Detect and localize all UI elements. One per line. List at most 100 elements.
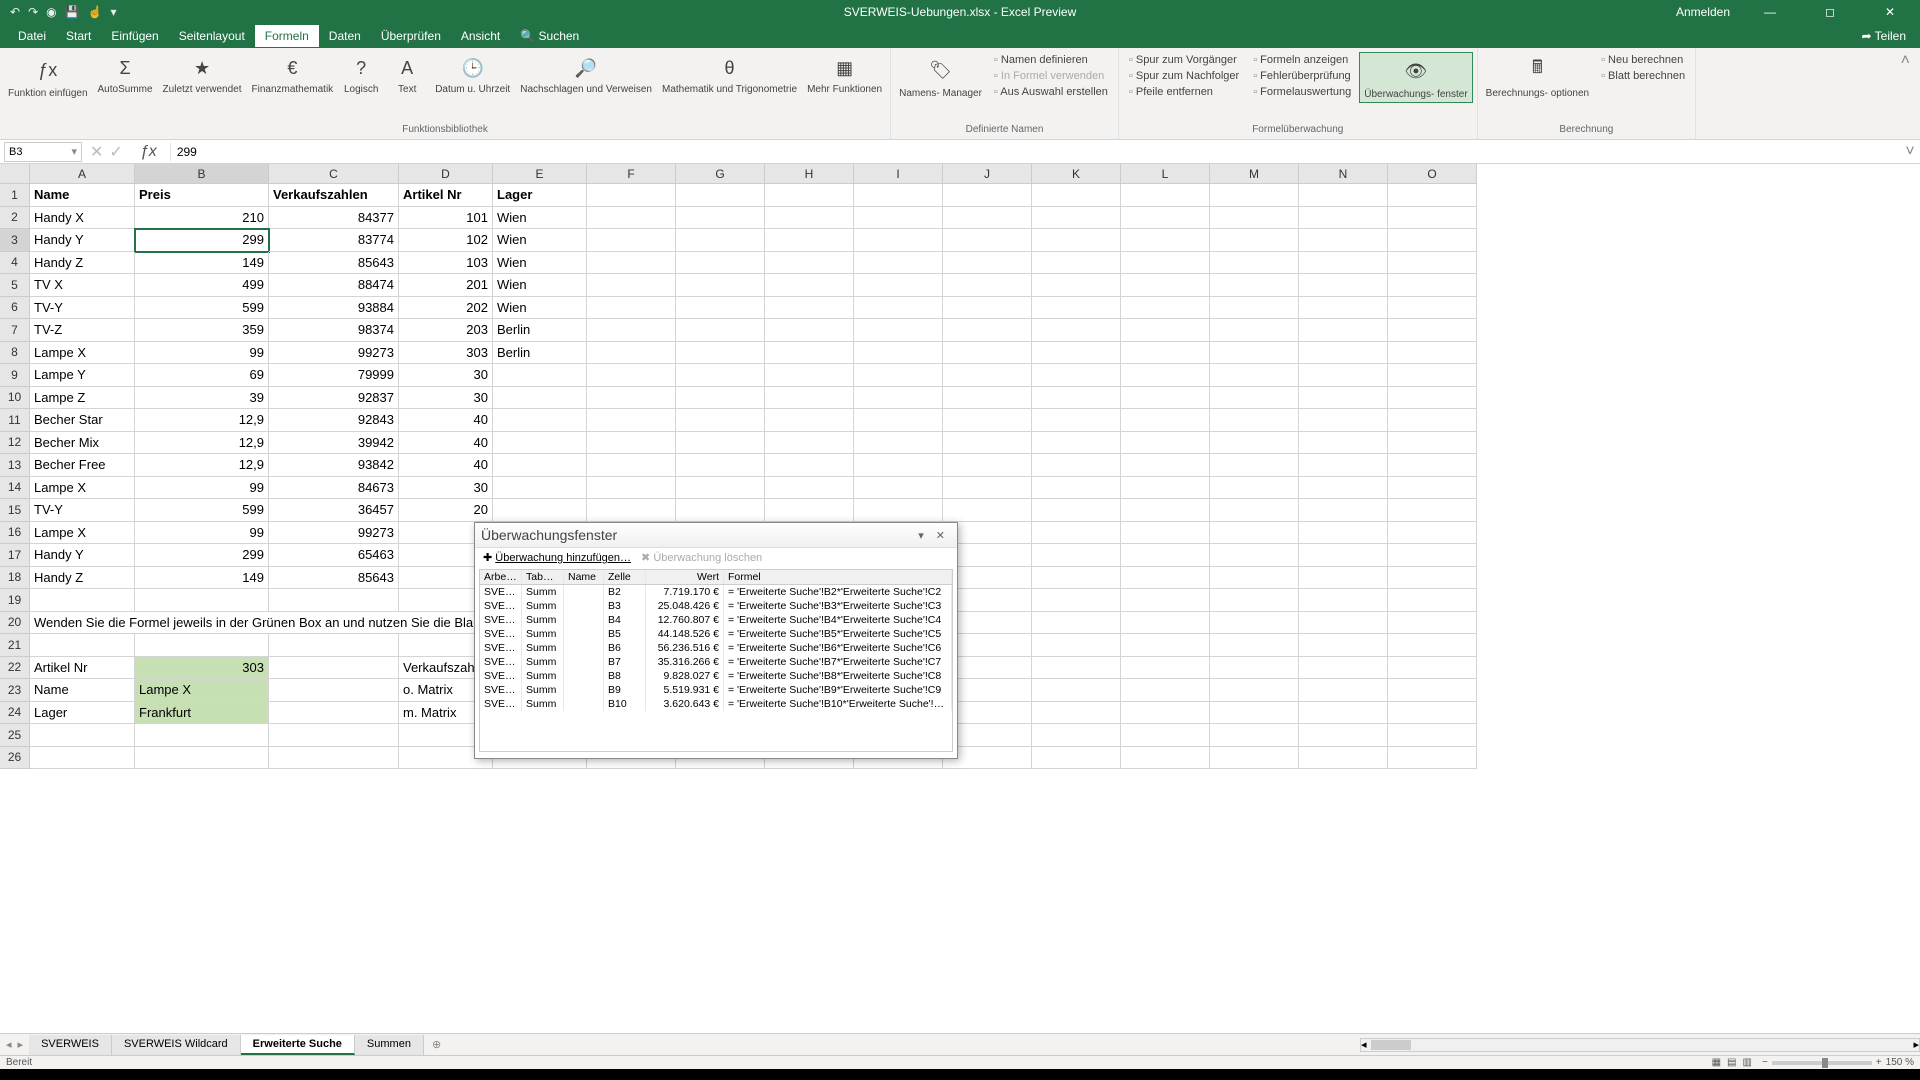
cell[interactable] [1032,274,1121,297]
cell[interactable]: TV X [30,274,135,297]
cell[interactable] [676,409,765,432]
cell[interactable] [765,499,854,522]
cell[interactable]: Verkaufszahlen [269,184,399,207]
cell[interactable] [765,319,854,342]
cell[interactable]: 359 [135,319,269,342]
cell[interactable] [1299,252,1388,275]
row-header[interactable]: 10 [0,387,30,410]
cell[interactable] [1210,252,1299,275]
cell[interactable] [1032,657,1121,680]
row-header[interactable]: 21 [0,634,30,657]
cell[interactable] [1121,634,1210,657]
trace-precedents-button[interactable]: Spur zum Vorgänger [1129,54,1237,66]
cell[interactable] [1032,679,1121,702]
collapse-ribbon-icon[interactable]: ˄ [1891,48,1920,139]
cell[interactable] [1210,589,1299,612]
column-header[interactable]: H [765,164,854,184]
cell[interactable] [1032,432,1121,455]
cell[interactable] [1210,184,1299,207]
cell[interactable] [676,477,765,500]
cell[interactable] [30,724,135,747]
cell[interactable] [587,387,676,410]
cell[interactable]: Becher Mix [30,432,135,455]
cell[interactable]: 101 [399,207,493,230]
cell[interactable] [1121,477,1210,500]
autosum-button[interactable]: ΣAutoSumme [94,52,157,97]
cell[interactable] [1210,342,1299,365]
cell[interactable] [1388,567,1477,590]
cell[interactable] [1388,522,1477,545]
cell[interactable]: 149 [135,252,269,275]
cell[interactable] [1032,387,1121,410]
cell[interactable] [1032,612,1121,635]
cell[interactable] [1210,229,1299,252]
cell[interactable]: Lampe X [30,342,135,365]
expand-formula-bar-icon[interactable]: ˅ [1900,143,1920,161]
cell[interactable] [1121,522,1210,545]
cell[interactable] [1299,184,1388,207]
cell[interactable] [943,207,1032,230]
cell[interactable]: Artikel Nr [399,184,493,207]
cell[interactable]: 12,9 [135,432,269,455]
cell[interactable] [765,409,854,432]
sheet-tab[interactable]: SVERWEIS Wildcard [112,1035,241,1055]
sheet-nav-last-icon[interactable]: ▸ [18,1038,24,1051]
cell[interactable]: 36457 [269,499,399,522]
cell[interactable] [1299,432,1388,455]
row-header[interactable]: 11 [0,409,30,432]
cell[interactable] [1388,342,1477,365]
tab-datei[interactable]: Datei [8,25,56,47]
cell[interactable] [765,252,854,275]
cell[interactable]: 84673 [269,477,399,500]
cell[interactable] [1210,207,1299,230]
watch-header[interactable]: Formel [724,570,952,584]
cell[interactable] [1388,319,1477,342]
cell[interactable] [854,454,943,477]
minimize-button[interactable]: — [1750,5,1790,19]
cell[interactable] [765,454,854,477]
cell[interactable]: 202 [399,297,493,320]
cell[interactable] [1121,207,1210,230]
cell[interactable] [1121,342,1210,365]
remove-arrows-button[interactable]: Pfeile entfernen [1129,86,1213,98]
windows-taskbar[interactable] [0,1069,1920,1080]
watch-header[interactable]: Arbeit… [480,570,522,584]
cell[interactable] [1299,702,1388,725]
cell[interactable] [943,229,1032,252]
cell[interactable] [1121,544,1210,567]
row-header[interactable]: 5 [0,274,30,297]
cell[interactable] [1388,634,1477,657]
cell[interactable]: Lager [493,184,587,207]
cell[interactable] [1388,612,1477,635]
cell[interactable] [854,297,943,320]
close-button[interactable]: ✕ [1870,5,1910,19]
cell[interactable] [676,342,765,365]
cell[interactable]: Preis [135,184,269,207]
normal-view-icon[interactable]: ▦ [1712,1057,1721,1068]
row-header[interactable]: 2 [0,207,30,230]
row-header[interactable]: 8 [0,342,30,365]
zoom-out-icon[interactable]: − [1762,1057,1768,1068]
row-header[interactable]: 17 [0,544,30,567]
cell[interactable]: 30 [399,364,493,387]
cell[interactable]: 12,9 [135,454,269,477]
watch-header[interactable]: Zelle [604,570,646,584]
cell[interactable]: Lampe X [135,679,269,702]
cell[interactable]: 88474 [269,274,399,297]
cell[interactable] [1032,477,1121,500]
scroll-right-icon[interactable]: ▸ [1913,1038,1919,1051]
column-header[interactable]: E [493,164,587,184]
cell[interactable] [1388,477,1477,500]
cell[interactable] [676,319,765,342]
cell[interactable]: 303 [135,657,269,680]
cell[interactable] [1299,612,1388,635]
cell[interactable] [1388,432,1477,455]
cell[interactable] [1121,319,1210,342]
cell[interactable] [854,499,943,522]
cell[interactable]: 99273 [269,342,399,365]
row-header[interactable]: 13 [0,454,30,477]
cell[interactable]: 99 [135,477,269,500]
cell[interactable] [1299,364,1388,387]
cell[interactable] [765,274,854,297]
cell[interactable] [1032,634,1121,657]
